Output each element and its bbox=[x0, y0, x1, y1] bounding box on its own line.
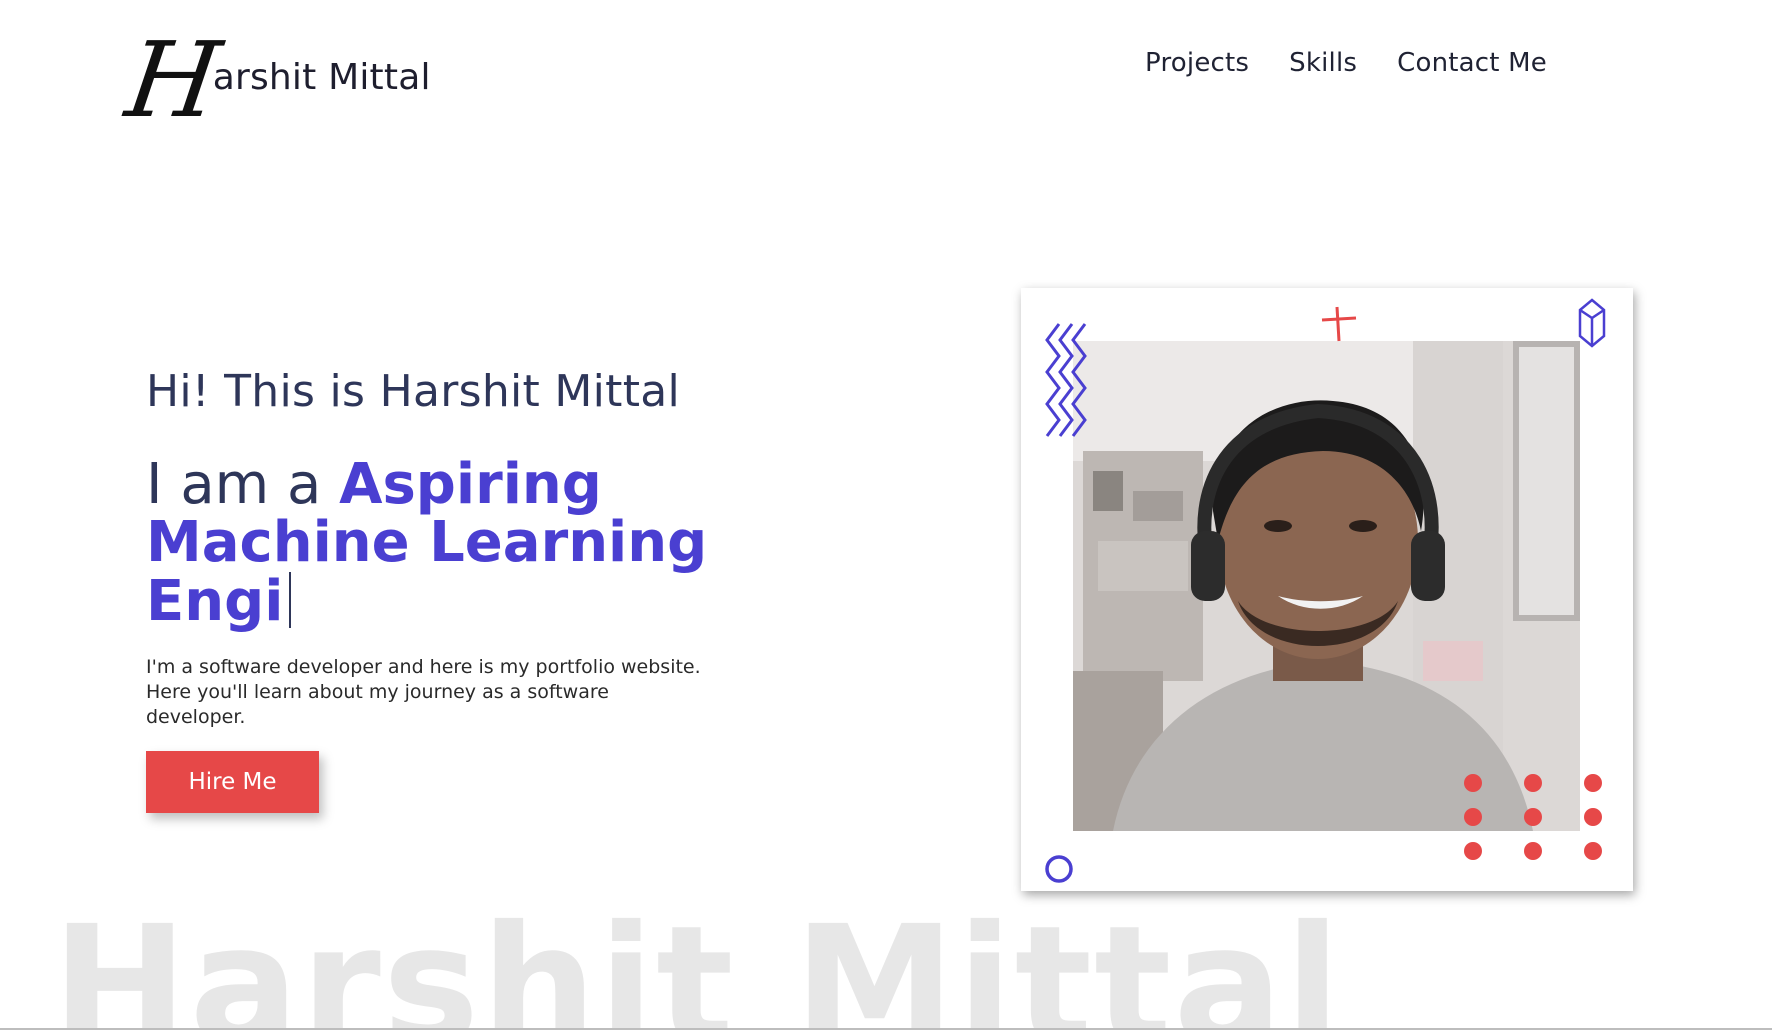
circle-decoration bbox=[1045, 855, 1073, 883]
hero-description: I'm a software developer and here is my … bbox=[146, 656, 701, 728]
nav-contact-me[interactable]: Contact Me bbox=[1397, 48, 1547, 78]
plus-decoration bbox=[1321, 306, 1357, 342]
portfolio-page: H arshit Mittal Projects Skills Contact … bbox=[0, 0, 1772, 1030]
dots-decoration bbox=[1464, 774, 1602, 860]
typing-caret bbox=[289, 572, 292, 628]
logo-mark: H bbox=[119, 19, 228, 141]
hero-greeting: Hi! This is Harshit Mittal bbox=[146, 366, 681, 417]
profile-photo bbox=[1073, 341, 1580, 831]
name-watermark: Harshit Mittal bbox=[52, 892, 1343, 1030]
profile-photo-card bbox=[1021, 288, 1633, 891]
nav-projects[interactable]: Projects bbox=[1145, 48, 1249, 78]
main-nav: Projects Skills Contact Me bbox=[1145, 48, 1547, 78]
crystal-decoration bbox=[1578, 298, 1606, 348]
site-logo[interactable]: H arshit Mittal bbox=[119, 19, 431, 141]
logo-text: arshit Mittal bbox=[212, 57, 431, 98]
zigzag-decoration bbox=[1045, 323, 1087, 437]
hero-role: I am a Aspiring Machine Learning Engi bbox=[146, 456, 846, 631]
profile-photo-illustration bbox=[1073, 341, 1580, 831]
hire-me-button[interactable]: Hire Me bbox=[146, 751, 319, 813]
nav-skills[interactable]: Skills bbox=[1289, 48, 1357, 78]
hero-role-prefix: I am a bbox=[146, 452, 322, 517]
